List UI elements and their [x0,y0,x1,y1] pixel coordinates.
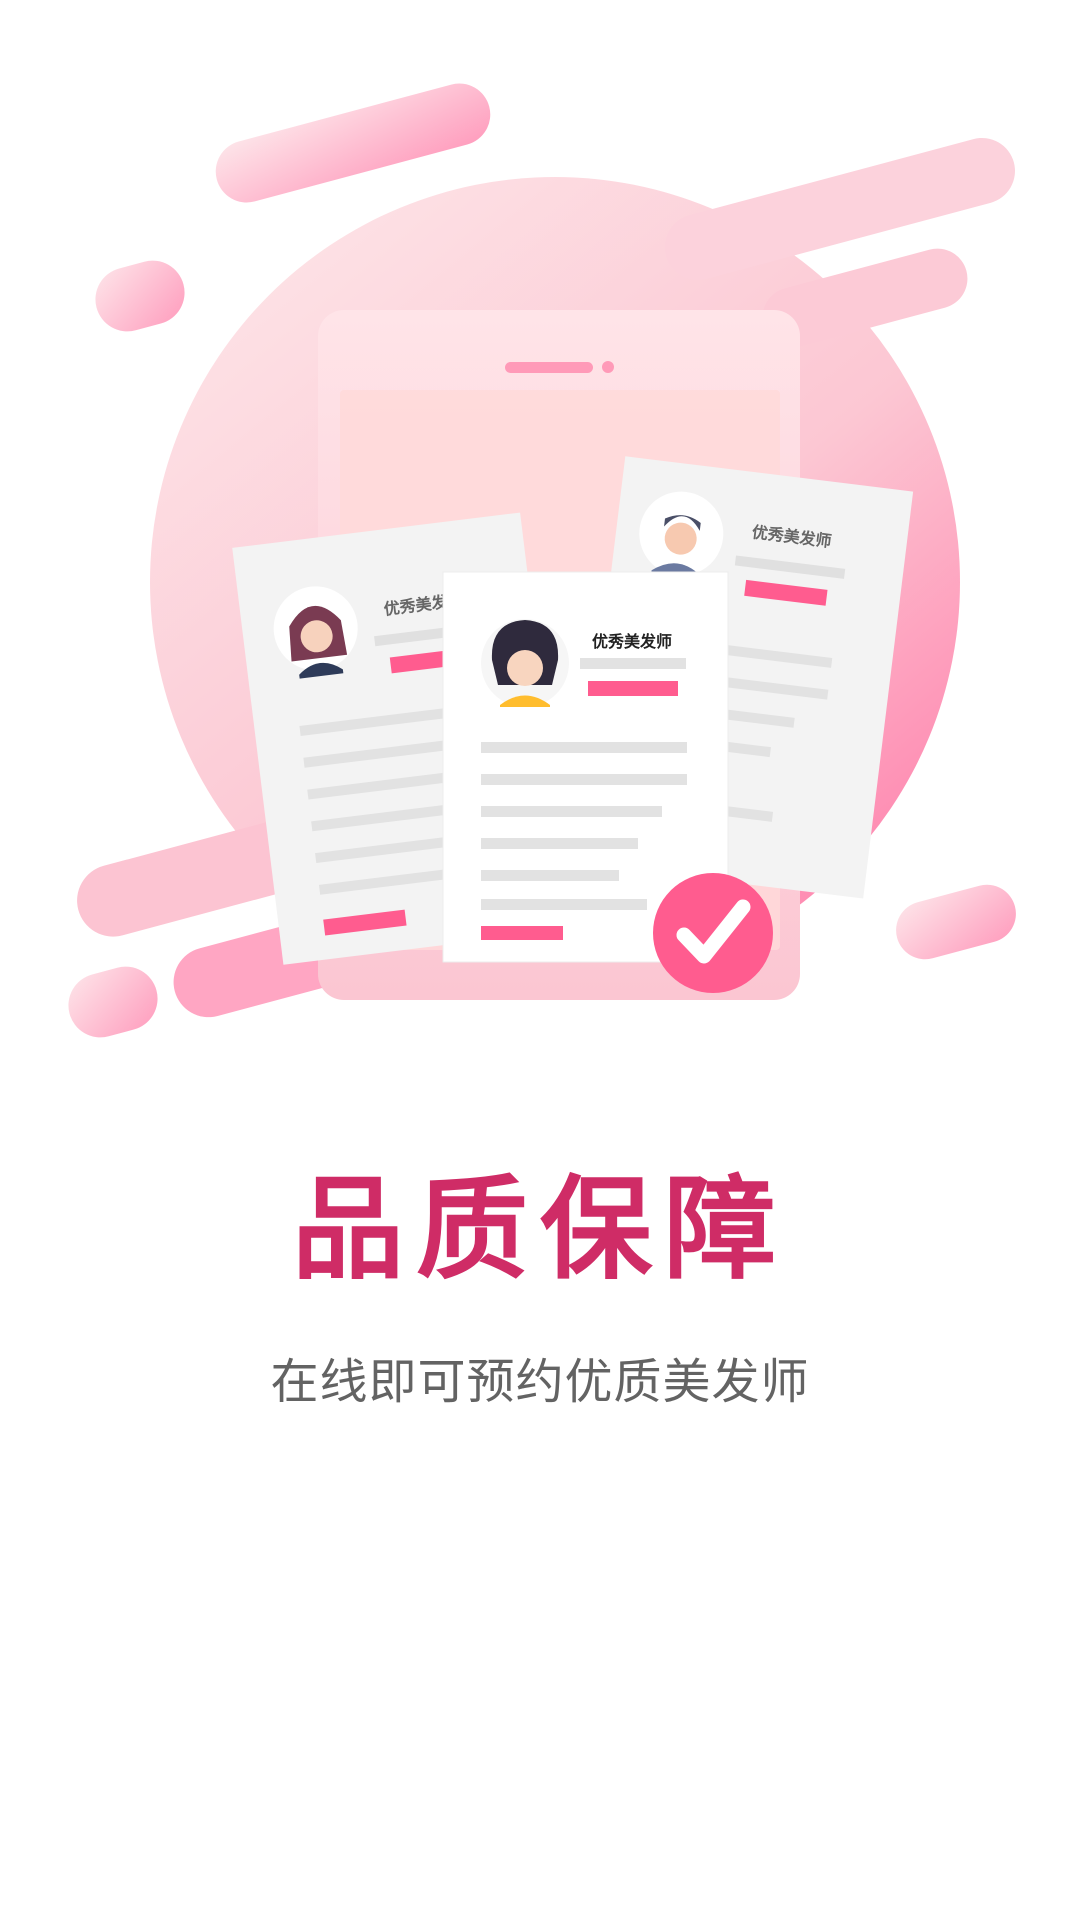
onboarding-title: 品质保障 [292,1164,788,1295]
onboarding-subtitle: 在线即可预约优质美发师 [270,1354,810,1410]
onboarding-illustration: 优秀美发师 优秀美发师 优秀美发师 [68,83,1016,1038]
check-badge [653,873,773,993]
svg-text:优秀美发师: 优秀美发师 [592,632,672,651]
